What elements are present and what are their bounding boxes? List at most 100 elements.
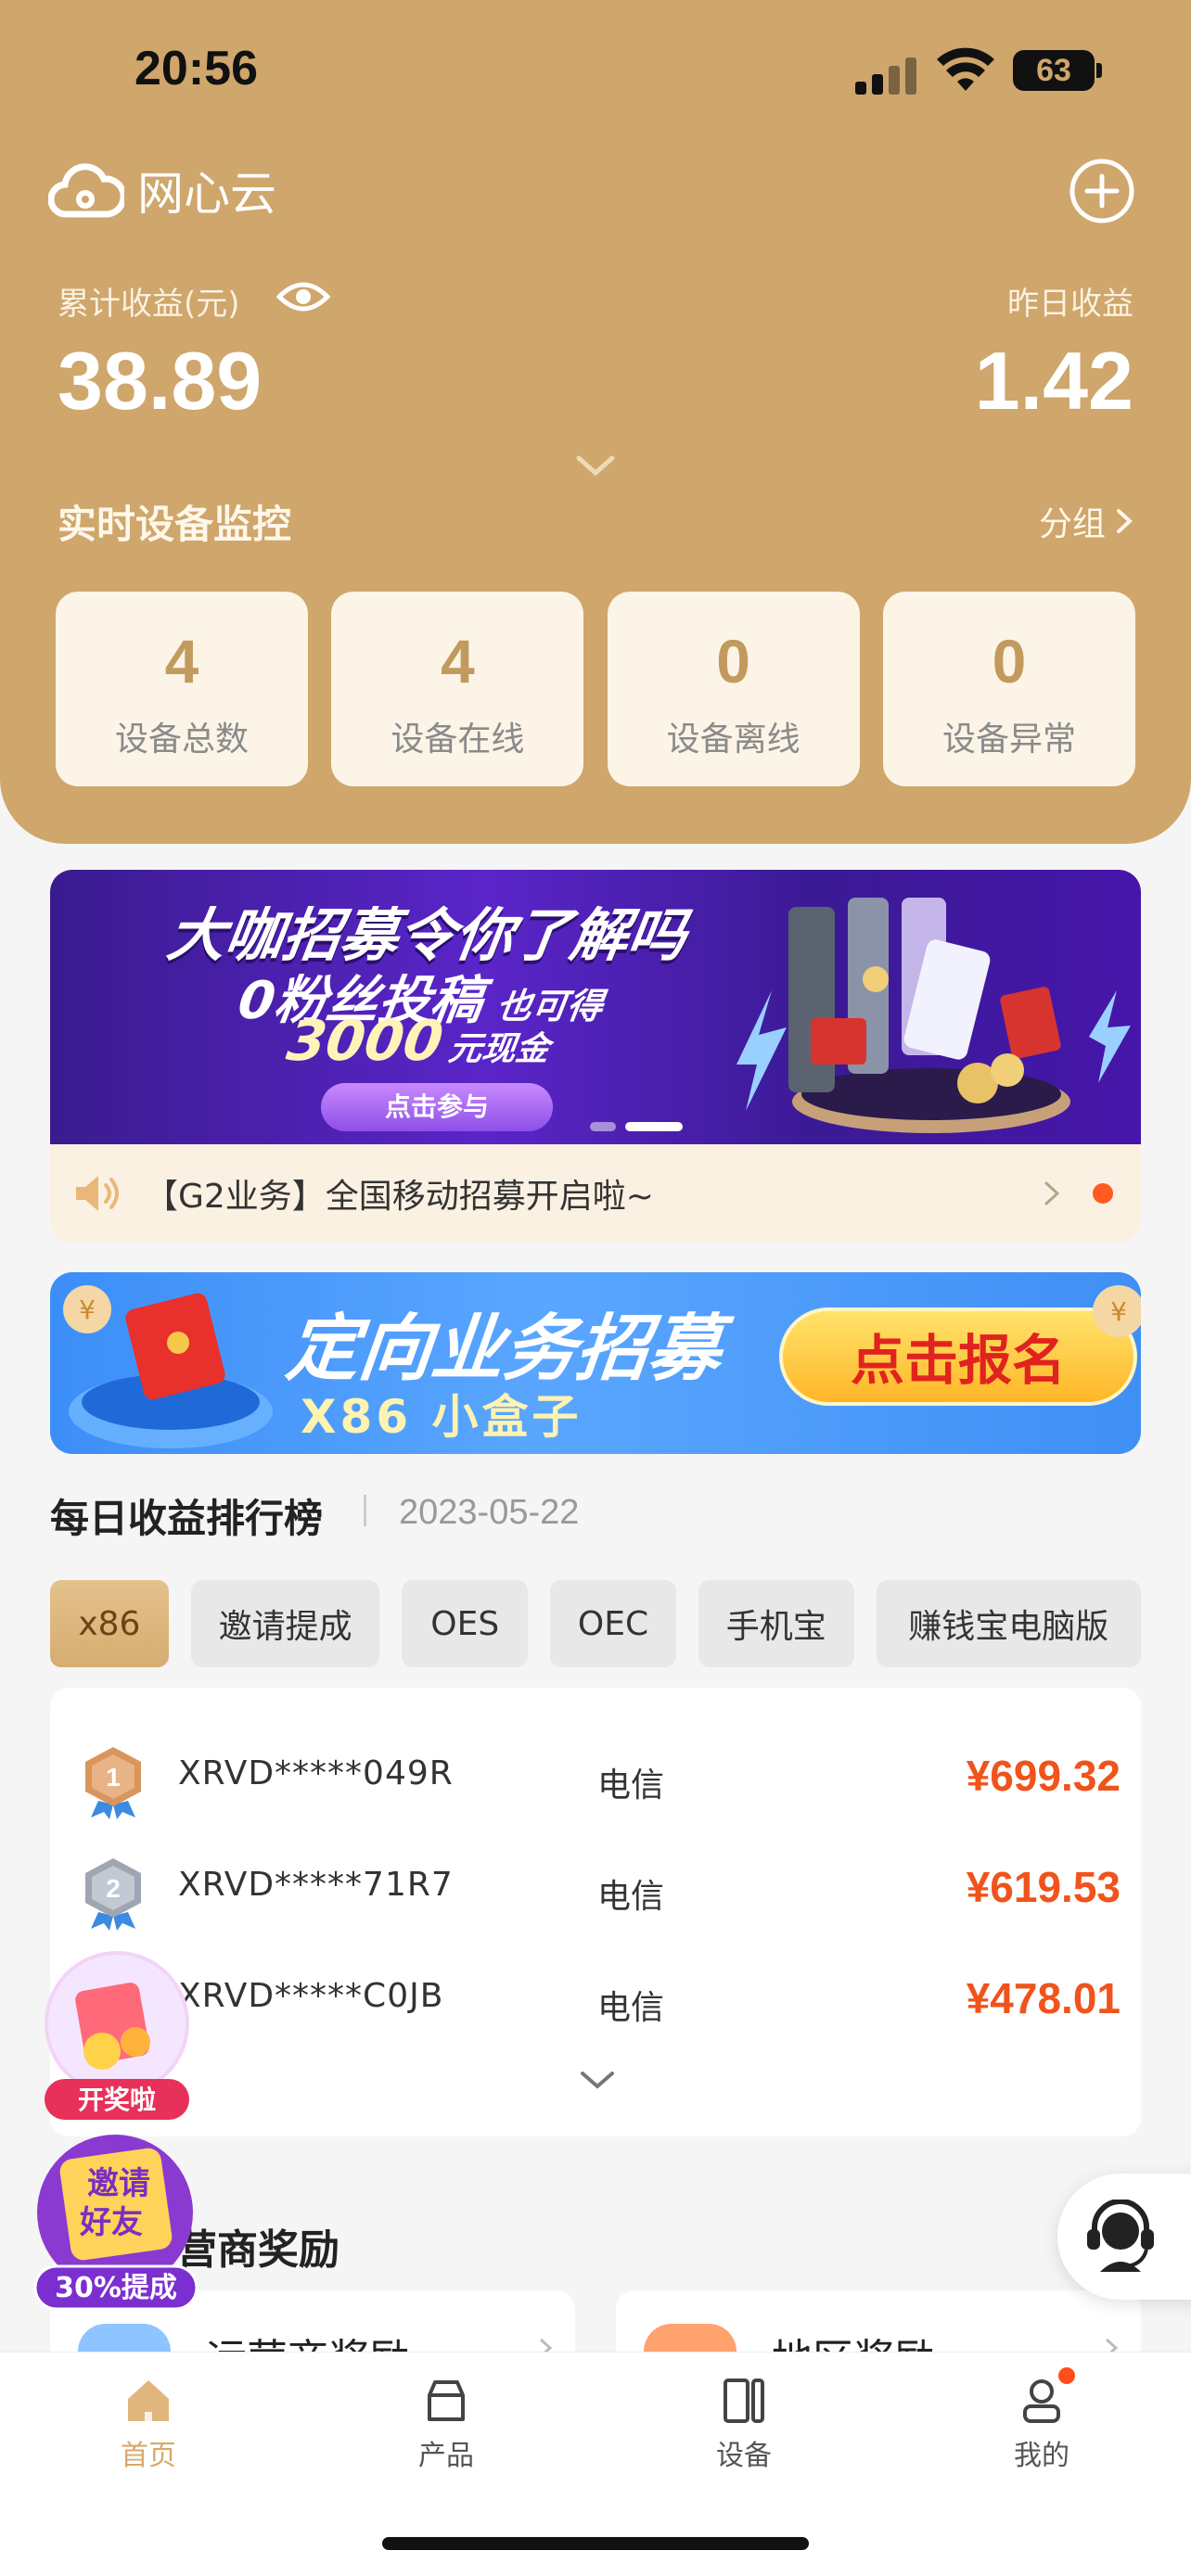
svg-text:好友: 好友 [79, 2204, 143, 2241]
tab-phone-treasure[interactable]: 手机宝 [698, 1580, 854, 1667]
notice-bar[interactable]: 【G2业务】全国移动招募开启啦~ [50, 1144, 1141, 1243]
stat-value: 0 [716, 627, 751, 695]
monitor-title: 实时设备监控 [58, 502, 292, 547]
stat-label: 设备异常 [941, 721, 1076, 759]
ranking-date: 2023-05-22 [399, 1493, 580, 1532]
group-link-label: 分组 [1038, 505, 1106, 543]
earnings-amount: ¥478.01 [966, 1974, 1121, 2022]
notification-dot [1058, 2367, 1075, 2384]
wifi-icon [937, 47, 994, 91]
cloud-logo-icon [48, 163, 124, 218]
home-icon [128, 2380, 169, 2421]
banner-join-button[interactable]: 点击参与 [321, 1083, 553, 1131]
yesterday-earnings-value: 1.42 [974, 335, 1133, 427]
svg-text:1: 1 [106, 1763, 121, 1792]
stat-card-offline[interactable]: 0 设备离线 [607, 592, 860, 786]
tab-oec[interactable]: OEC [550, 1580, 676, 1667]
yesterday-earnings-label: 昨日收益 [1007, 286, 1133, 323]
chevron-right-icon [1044, 1181, 1060, 1205]
banner-redpacket-illustration: ¥ [63, 1285, 273, 1448]
nav-home[interactable]: 首页 [74, 2375, 223, 2473]
unread-dot [1093, 1183, 1113, 1204]
ranking-row: 3 XRVD*****C0JB 电信 ¥478.01 [50, 1957, 1141, 2049]
signal-icon [855, 56, 920, 95]
coin-icon: ¥ [1093, 1285, 1141, 1337]
add-device-icon[interactable] [1069, 158, 1135, 224]
promo-banner-recruit[interactable]: 大咖招募令你了解吗 0粉丝投稿 也可得 3000元现金 点击参与 [50, 870, 1141, 1148]
svg-text:2: 2 [106, 1874, 121, 1903]
expand-chevron-icon[interactable] [579, 2068, 616, 2092]
headset-icon [1087, 2200, 1154, 2272]
status-time: 20:56 [134, 42, 258, 96]
device-id: XRVD*****C0JB [178, 1977, 444, 2015]
total-earnings-value: 38.89 [58, 335, 263, 427]
silver-medal-icon: 2 [85, 1858, 141, 1931]
carousel-dot-active [625, 1122, 683, 1131]
banner-line3: 3000元现金 [283, 1009, 552, 1074]
svg-text:¥: ¥ [79, 1294, 96, 1325]
tab-x86[interactable]: x86 [50, 1580, 169, 1667]
stat-label: 设备总数 [114, 721, 249, 759]
profile-icon [1023, 2379, 1060, 2423]
earnings-amount: ¥699.32 [966, 1752, 1121, 1800]
nav-label: 首页 [121, 2440, 176, 2472]
ranking-tabs: x86 邀请提成 OES OEC 手机宝 赚钱宝电脑版 [50, 1580, 1142, 1667]
nav-profile[interactable]: 我的 [967, 2367, 1116, 2473]
battery-icon: 63 [1013, 50, 1102, 91]
stat-value: 4 [440, 627, 475, 695]
svg-text:¥: ¥ [1110, 1296, 1127, 1327]
stat-card-abnormal[interactable]: 0 设备异常 [882, 592, 1135, 786]
banner2-signup-button[interactable]: 点击报名 [779, 1307, 1137, 1406]
chevron-down-icon[interactable] [575, 453, 616, 478]
device-icon [724, 2378, 764, 2423]
earnings-amount: ¥619.53 [966, 1863, 1121, 1911]
customer-service-button[interactable] [1057, 2174, 1191, 2300]
invite-friends-float-button[interactable]: 邀请 好友 30%提成 [32, 2129, 204, 2311]
svg-text:开奖啦: 开奖啦 [78, 2085, 156, 2115]
product-icon [428, 2380, 465, 2421]
ranking-list: 1 XRVD*****049R 电信 ¥699.32 2 XRVD*****71… [50, 1688, 1141, 2136]
tab-pc-edition[interactable]: 赚钱宝电脑版 [876, 1580, 1142, 1667]
nav-devices[interactable]: 设备 [670, 2375, 818, 2473]
banner2-subtitle: X86 小盒子 [301, 1390, 583, 1444]
stat-label: 设备在线 [391, 721, 525, 759]
stat-value: 0 [992, 627, 1027, 695]
nav-products[interactable]: 产品 [372, 2375, 520, 2473]
notice-text: 【G2业务】全国移动招募开启啦~ [145, 1178, 654, 1216]
nav-label: 我的 [1014, 2440, 1069, 2472]
carousel-dots [590, 1122, 683, 1131]
ranking-title: 每日收益排行榜 [50, 1496, 324, 1541]
nav-label: 设备 [716, 2440, 772, 2472]
device-id: XRVD*****71R7 [178, 1866, 454, 1904]
isp-label: 电信 [597, 1878, 665, 1916]
ranking-row: 2 XRVD*****71R7 电信 ¥619.53 [50, 1845, 1141, 1938]
nav-label: 产品 [418, 2440, 474, 2472]
speaker-icon [76, 1176, 119, 1211]
tab-oes[interactable]: OES [402, 1580, 529, 1667]
carousel-dot [590, 1122, 616, 1131]
banner-devices-illustration [736, 898, 1131, 1133]
eye-icon[interactable] [276, 278, 330, 315]
svg-text:30%提成: 30%提成 [55, 2272, 177, 2304]
status-bar: 20:56 63 [0, 37, 1191, 102]
app-name: 网心云 [137, 167, 276, 221]
divider [364, 1495, 366, 1526]
stat-card-total[interactable]: 4 设备总数 [56, 592, 308, 786]
promo-banner-x86[interactable]: ¥ 定向业务招募 X86 小盒子 点击报名 ¥ [50, 1272, 1141, 1454]
stat-label: 设备离线 [666, 721, 800, 759]
ranking-row: 1 XRVD*****049R 电信 ¥699.32 [50, 1734, 1141, 1827]
svg-text:邀请: 邀请 [87, 2165, 150, 2202]
isp-label: 电信 [597, 1766, 665, 1804]
total-earnings-label: 累计收益(元) [58, 286, 240, 323]
isp-label: 电信 [597, 1989, 665, 2027]
chevron-right-icon [1117, 509, 1133, 533]
gold-medal-icon: 1 [85, 1747, 141, 1819]
group-link[interactable]: 分组 [1039, 497, 1133, 545]
lottery-float-button[interactable]: 开奖啦 [37, 1949, 197, 2122]
device-stats: 4 设备总数 4 设备在线 0 设备离线 0 设备异常 [56, 592, 1135, 786]
stat-card-online[interactable]: 4 设备在线 [331, 592, 584, 786]
tab-invite-commission[interactable]: 邀请提成 [190, 1580, 380, 1667]
app-logo: 网心云 [48, 153, 276, 227]
device-id: XRVD*****049R [178, 1754, 454, 1792]
header: 20:56 63 网心云 累计收益(元) 昨日收益 38.89 1.42 实时设… [0, 0, 1191, 844]
